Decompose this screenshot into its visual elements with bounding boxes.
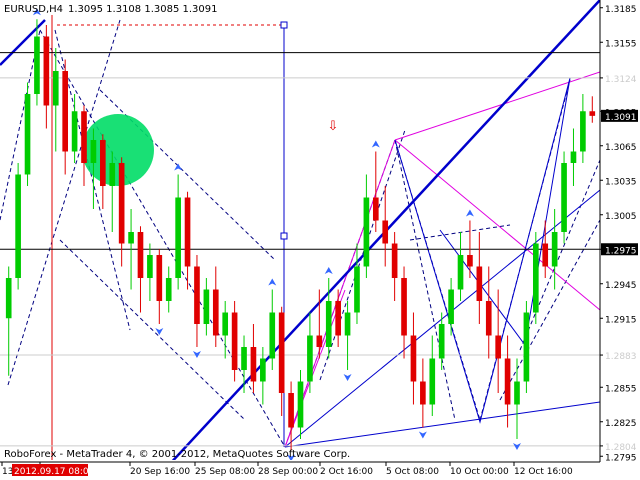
chart-background xyxy=(0,0,640,480)
candle-body xyxy=(109,163,116,186)
x-tick-label: 5 Oct 08:00 xyxy=(386,467,439,477)
y-tick-label: 1.3065 xyxy=(605,143,637,153)
y-tick-label: 1.3185 xyxy=(605,5,637,15)
candle-body xyxy=(523,312,530,382)
candle-body xyxy=(325,301,332,347)
candle-body xyxy=(457,255,464,290)
candle-body xyxy=(250,347,257,382)
y-tick-label: 1.3005 xyxy=(605,212,637,222)
candle-body xyxy=(551,232,558,267)
candle-body xyxy=(561,163,567,232)
x-tick-label: 20 Sep 16:00 xyxy=(130,467,190,477)
target-handle xyxy=(280,21,288,29)
current-price-label: 1.3091 xyxy=(605,113,637,123)
y-tick-label: 1.2915 xyxy=(605,315,637,325)
target-handle xyxy=(280,232,288,240)
candle-body xyxy=(316,335,323,347)
candle-body xyxy=(532,243,539,313)
y-tick-label: 1.2883 xyxy=(605,352,637,362)
price-chart[interactable]: ⇩ 1.31851.31551.31241.30951.30651.30351.… xyxy=(0,0,640,480)
candle-body xyxy=(147,255,153,278)
candle-body xyxy=(344,312,351,336)
candle-body xyxy=(137,232,144,278)
candle-body xyxy=(307,335,313,382)
candle-body xyxy=(118,163,125,244)
candle-body xyxy=(165,278,172,301)
x-tick-label: 25 Sep 08:00 xyxy=(195,467,255,477)
candle-body xyxy=(335,301,341,336)
candle-body xyxy=(504,358,511,405)
candle-body xyxy=(222,312,229,336)
candle-body xyxy=(382,220,389,244)
candle-body xyxy=(476,266,483,301)
x-tick-label: 2 Oct 16:00 xyxy=(320,467,373,477)
candle-body xyxy=(71,111,78,152)
candle-body xyxy=(391,243,398,278)
candle-body xyxy=(372,197,379,221)
y-tick-label: 1.3124 xyxy=(605,75,637,85)
candle-body xyxy=(62,71,69,152)
candle-body xyxy=(175,197,181,278)
y-tick-label: 1.2855 xyxy=(605,384,637,394)
candle-body xyxy=(231,312,238,370)
copyright-label: RoboForex - MetaTrader 4, © 2001-2012, M… xyxy=(4,449,350,460)
candle-body xyxy=(24,94,31,175)
candle-body xyxy=(43,36,50,106)
candle-body xyxy=(128,232,134,244)
candle-body xyxy=(212,289,219,336)
candle-body xyxy=(100,140,106,186)
candle-body xyxy=(203,289,210,324)
candle-body xyxy=(495,335,501,359)
candle-body xyxy=(429,358,436,405)
sell-arrow-icon: ⇩ xyxy=(328,119,339,134)
candle-body xyxy=(514,381,520,405)
candle-body xyxy=(448,289,454,324)
x-tick-label: 12 Oct 16:00 xyxy=(514,467,573,477)
y-tick-label: 1.2825 xyxy=(605,419,637,429)
candle-body xyxy=(278,312,285,393)
candle-body xyxy=(288,393,294,428)
y-tick-label: 1.2795 xyxy=(605,453,637,463)
candle-body xyxy=(467,255,473,267)
candle-body xyxy=(52,71,59,106)
ohlc-label: 1.3095 1.3108 1.3085 1.3091 xyxy=(68,4,218,15)
candle-body xyxy=(90,140,97,163)
candle-body xyxy=(542,243,549,267)
candle-body xyxy=(401,278,407,336)
candle-body xyxy=(194,266,200,324)
candle-body xyxy=(260,358,266,382)
x-tick-label: 2012.09.17 08:00 xyxy=(14,467,95,477)
y-tick-label: 1.2945 xyxy=(605,281,637,291)
candle-body xyxy=(297,381,304,428)
candle-body xyxy=(156,255,163,301)
candle-body xyxy=(363,197,370,267)
candle-body xyxy=(438,324,445,359)
candle-body xyxy=(184,197,191,267)
x-tick-label: 10 Oct 00:00 xyxy=(450,467,509,477)
candle-body xyxy=(354,266,360,313)
candle-body xyxy=(81,111,87,163)
candle-body xyxy=(570,151,577,163)
y-tick-label: 1.3155 xyxy=(605,39,637,49)
candle-body xyxy=(241,347,247,370)
candle-body xyxy=(420,381,426,405)
candle-body xyxy=(15,174,21,278)
candle-body xyxy=(580,111,586,152)
candle-body xyxy=(5,278,12,319)
candle-body xyxy=(485,301,492,336)
candle-body xyxy=(589,111,596,116)
y-tick-label: 1.3035 xyxy=(605,177,637,187)
candle-body xyxy=(269,312,276,359)
symbol-label: EURUSD,H4 xyxy=(4,4,63,15)
y-tick-label: 1.2975 xyxy=(605,246,637,256)
candle-body xyxy=(34,36,40,94)
x-tick-label: 28 Sep 00:00 xyxy=(258,467,318,477)
candle-body xyxy=(410,335,417,382)
y-tick-label: 1.2804 xyxy=(605,443,637,453)
